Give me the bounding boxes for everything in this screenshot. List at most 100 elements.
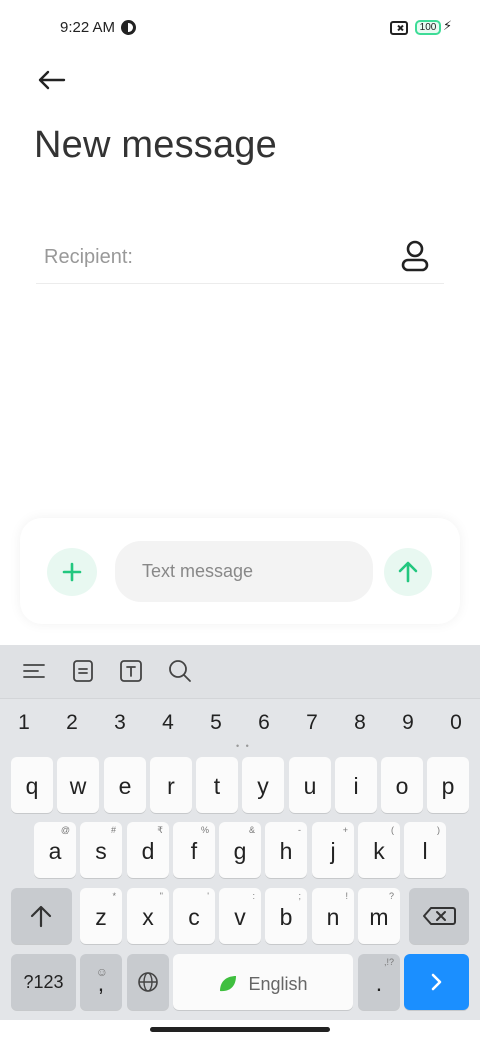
key-a[interactable]: a @: [34, 822, 76, 878]
keyboard-toolbar: [0, 645, 480, 699]
key-s[interactable]: s #: [80, 822, 122, 878]
key-label: t: [213, 773, 221, 799]
key-y[interactable]: y: [242, 757, 284, 813]
message-composer: [20, 518, 460, 624]
key-c[interactable]: c ': [173, 888, 215, 944]
back-button[interactable]: [34, 62, 70, 98]
key-label: u: [303, 773, 317, 799]
period-key[interactable]: . ,!?: [358, 954, 400, 1010]
key-3[interactable]: 3: [96, 711, 144, 735]
key-secondary: +: [342, 825, 348, 835]
key-p[interactable]: p: [427, 757, 469, 813]
key-secondary: :: [252, 891, 255, 901]
key-6[interactable]: 6: [240, 711, 288, 735]
key-0[interactable]: 0: [432, 711, 480, 735]
key-r[interactable]: r: [150, 757, 192, 813]
backspace-icon: [423, 907, 456, 925]
text-box-icon: [120, 660, 142, 682]
key-e[interactable]: e: [104, 757, 146, 813]
key-5[interactable]: 5: [192, 711, 240, 735]
notification-icon: [121, 20, 136, 35]
key-secondary: ₹: [157, 825, 163, 835]
key-secondary: %: [200, 825, 209, 835]
menu-icon: [23, 664, 45, 678]
key-t[interactable]: t: [196, 757, 238, 813]
send-button[interactable]: [384, 548, 432, 596]
key-u[interactable]: u: [289, 757, 331, 813]
leaf-icon: [220, 975, 237, 992]
recipient-field[interactable]: Recipient:: [36, 232, 444, 284]
key-secondary: &: [248, 825, 255, 835]
key-q[interactable]: q: [11, 757, 53, 813]
text-edit-tool[interactable]: [119, 659, 143, 683]
status-bar: 9:22 AM 100 ⚡: [0, 0, 480, 56]
no-sim-icon: [390, 21, 408, 35]
key-secondary: #: [110, 825, 116, 835]
battery-icon: 100: [415, 20, 441, 35]
key-label: w: [69, 773, 87, 799]
key-f[interactable]: f%: [173, 822, 215, 878]
key-label: p: [441, 773, 455, 799]
home-indicator[interactable]: [150, 1027, 330, 1032]
key-b[interactable]: b;: [265, 888, 307, 944]
key-k[interactable]: k(: [358, 822, 400, 878]
recipient-label: Recipient:: [44, 246, 133, 268]
clipboard-tool[interactable]: [71, 659, 95, 683]
key-n[interactable]: n!: [312, 888, 354, 944]
shift-key[interactable]: [11, 888, 72, 944]
contacts-button[interactable]: [400, 240, 430, 272]
language-key[interactable]: [127, 954, 169, 1010]
key-label: y: [257, 773, 269, 799]
key-l[interactable]: l): [404, 822, 446, 878]
message-input[interactable]: [115, 541, 373, 602]
enter-key[interactable]: [404, 954, 469, 1010]
key-m[interactable]: m?: [358, 888, 400, 944]
key-secondary: -: [298, 825, 301, 835]
key-label: i: [353, 773, 359, 799]
key-secondary: ': [207, 891, 209, 901]
key-label: q: [25, 773, 39, 799]
symbols-key[interactable]: ?123: [11, 954, 76, 1010]
key-label: ,: [97, 970, 105, 996]
keyboard: 1 2 3 4 5 6 7 8 9 0 • • q w e r t y u i …: [0, 645, 480, 1020]
key-secondary: ;: [298, 891, 301, 901]
shift-icon: [30, 905, 52, 928]
key-4[interactable]: 4: [144, 711, 192, 735]
menu-tool[interactable]: [22, 659, 46, 683]
backspace-key[interactable]: [409, 888, 469, 944]
key-j[interactable]: j +: [312, 822, 354, 878]
key-g[interactable]: g &: [219, 822, 261, 878]
search-icon: [169, 660, 191, 682]
key-label: e: [118, 773, 132, 799]
key-secondary: ?: [388, 891, 394, 901]
search-tool[interactable]: [168, 659, 192, 683]
key-secondary: *: [112, 891, 116, 901]
key-9[interactable]: 9: [384, 711, 432, 735]
number-row: 1 2 3 4 5 6 7 8 9 0 • •: [0, 699, 480, 751]
key-v[interactable]: v:: [219, 888, 261, 944]
key-w[interactable]: w: [57, 757, 99, 813]
key-2[interactable]: 2: [48, 711, 96, 735]
charging-icon: ⚡: [443, 18, 453, 33]
page-title: New message: [34, 124, 277, 166]
globe-icon: [138, 972, 158, 992]
key-7[interactable]: 7: [288, 711, 336, 735]
space-key[interactable]: English: [173, 954, 353, 1010]
key-1[interactable]: 1: [0, 711, 48, 735]
key-x[interactable]: x ": [127, 888, 169, 944]
key-secondary: ": [159, 891, 163, 901]
key-d[interactable]: d ₹: [127, 822, 169, 878]
key-label: r: [167, 773, 175, 799]
arrow-up-icon: [398, 561, 418, 583]
key-8[interactable]: 8: [336, 711, 384, 735]
arrow-left-icon: [38, 70, 66, 90]
key-secondary: ,!?: [383, 957, 394, 967]
key-secondary: !: [345, 891, 348, 901]
key-z[interactable]: z *: [80, 888, 122, 944]
key-i[interactable]: i: [335, 757, 377, 813]
key-o[interactable]: o: [381, 757, 423, 813]
emoji-comma-key[interactable]: ☺ ,: [80, 954, 122, 1010]
key-h[interactable]: h-: [265, 822, 307, 878]
attach-button[interactable]: [47, 548, 97, 596]
key-label: o: [395, 773, 409, 799]
